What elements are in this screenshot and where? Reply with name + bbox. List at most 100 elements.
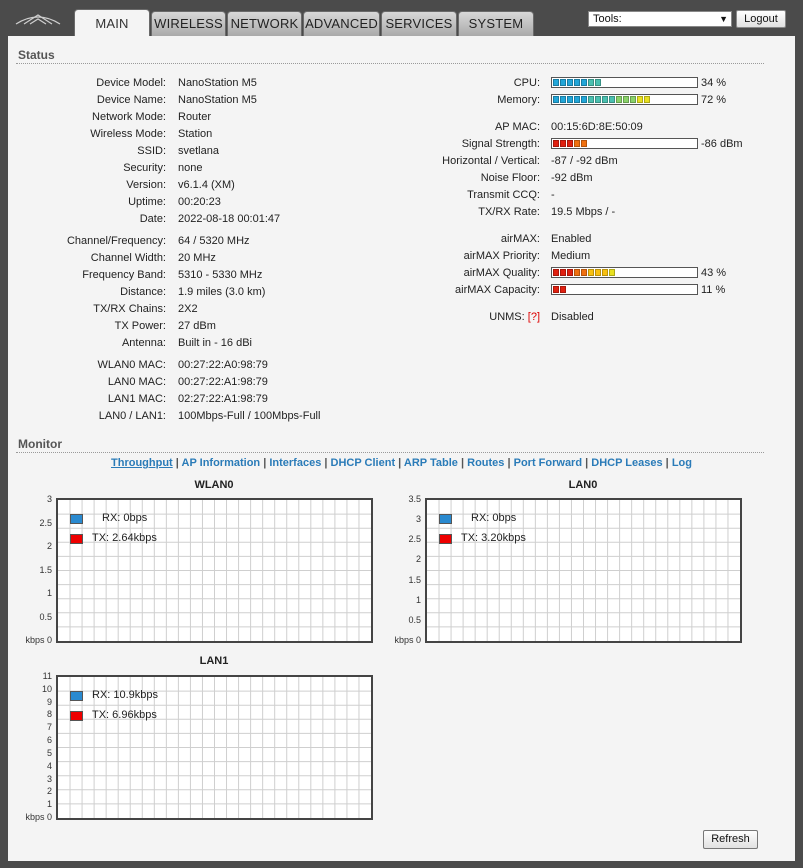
airmax-capacity-value: 11 %	[701, 284, 726, 296]
y-tick-label: 6	[46, 735, 52, 746]
monitor-link-port-forward[interactable]: Port Forward	[514, 457, 582, 469]
y-tick-label: 0.5	[39, 611, 52, 622]
tab-network[interactable]: NETWORK	[227, 11, 302, 36]
graph-lan0: RX: 0bps TX: 3.20kbps	[425, 498, 742, 643]
status-section-title: Status	[18, 48, 55, 62]
meter-segment	[609, 96, 615, 103]
meter-segment	[581, 269, 587, 276]
status-row-label: Channel/Frequency:	[66, 235, 166, 247]
tab-wireless[interactable]: WIRELESS	[151, 11, 226, 36]
cpu-meter	[551, 77, 698, 88]
monitor-link-dhcp-leases[interactable]: DHCP Leases	[591, 457, 662, 469]
y-tick-label: 5	[46, 747, 52, 758]
y-tick-label: kbps 0	[25, 812, 52, 822]
meter-segment	[553, 140, 559, 147]
cpu-label: CPU:	[513, 77, 540, 89]
ap-mac-label: AP MAC:	[494, 121, 540, 133]
meter-segment	[595, 79, 601, 86]
horizontal-vertical-label: Horizontal / Vertical:	[442, 155, 540, 167]
monitor-link-ap-information[interactable]: AP Information	[182, 457, 261, 469]
status-row-label: Network Mode:	[92, 111, 166, 123]
status-row-label: TX/RX Chains:	[93, 303, 166, 315]
meter-segment	[637, 96, 643, 103]
refresh-button[interactable]: Refresh	[703, 830, 758, 849]
graph-lan0-title: LAN0	[568, 479, 598, 491]
status-row-label: Version:	[126, 179, 166, 191]
legend-tx-swatch	[70, 711, 83, 721]
transmit-ccq-label: Transmit CCQ:	[467, 189, 540, 201]
meter-segment	[644, 96, 650, 103]
status-row-value: 2022-08-18 00:01:47	[178, 213, 281, 225]
meter-segment	[574, 269, 580, 276]
status-row-label: Distance:	[120, 286, 166, 298]
txrx-rate-label: TX/RX Rate:	[478, 206, 540, 218]
tab-advanced[interactable]: ADVANCED	[303, 11, 380, 36]
ap-mac-value: 00:15:6D:8E:50:09	[551, 121, 643, 133]
legend-tx-label: TX: 6.96kbps	[92, 709, 157, 721]
y-tick-label: 10	[41, 683, 52, 694]
meter-segment	[567, 140, 573, 147]
tab-main[interactable]: MAIN	[74, 9, 150, 36]
tools-select-label: Tools:	[593, 13, 622, 25]
legend-rx-label: RX: 0bps	[471, 512, 517, 524]
status-row-label: TX Power:	[114, 320, 166, 332]
main-panel: Status Device Model: NanoStation M5 Device…	[8, 36, 795, 861]
y-tick-label: 4	[46, 760, 52, 771]
monitor-link-dhcp-client[interactable]: DHCP Client	[331, 457, 396, 469]
monitor-link-routes[interactable]: Routes	[467, 457, 504, 469]
unms-label: UNMS: [?]	[338, 310, 540, 324]
monitor-link-throughput[interactable]: Throughput	[111, 457, 173, 469]
graph-wlan0-title: WLAN0	[194, 479, 234, 491]
meter-segment	[553, 269, 559, 276]
tab-system[interactable]: SYSTEM	[458, 11, 534, 36]
y-tick-label: 2	[46, 786, 52, 797]
airmax-value: Enabled	[551, 233, 592, 245]
signal-strength-meter	[551, 138, 698, 149]
tab-services[interactable]: SERVICES	[381, 11, 457, 36]
monitor-link-interfaces[interactable]: Interfaces	[269, 457, 321, 469]
graph-lan1: RX: 10.9kbps TX: 6.96kbps	[56, 675, 373, 820]
y-tick-label: 3.5	[408, 494, 421, 504]
airmax-quality-label: airMAX Quality:	[463, 267, 540, 279]
airmax-quality-value: 43 %	[701, 267, 727, 279]
status-row-value: 00:27:22:A0:98:79	[178, 359, 268, 371]
status-row-value: NanoStation M5	[178, 94, 257, 106]
y-tick-label: 1	[46, 588, 52, 598]
cpu-value: 34 %	[701, 77, 727, 89]
meter-segment	[560, 96, 566, 103]
unms-value: Disabled	[551, 311, 594, 323]
tools-select[interactable]: Tools: ▼	[588, 11, 732, 27]
airmax-priority-label: airMAX Priority:	[463, 250, 540, 262]
y-tick-label: kbps 0	[394, 635, 421, 645]
y-tick-label: 1.5	[39, 564, 52, 575]
monitor-link-log[interactable]: Log	[672, 457, 692, 469]
noise-floor-value: -92 dBm	[551, 172, 593, 184]
unms-help-link[interactable]: [?]	[528, 311, 540, 323]
status-row-label: Channel Width:	[90, 252, 166, 264]
status-row-label: Frequency Band:	[82, 269, 166, 281]
airmax-label: airMAX:	[500, 233, 540, 245]
monitor-section-title: Monitor	[18, 437, 62, 451]
status-row-value: 00:27:22:A1:98:79	[178, 376, 268, 388]
status-row-label: WLAN0 MAC:	[97, 359, 166, 371]
meter-segment	[595, 269, 601, 276]
monitor-link-arp-table[interactable]: ARP Table	[404, 457, 458, 469]
meter-segment	[567, 96, 573, 103]
status-row-value: Station	[178, 128, 213, 140]
status-row-label: Device Name:	[96, 94, 166, 106]
meter-segment	[616, 96, 622, 103]
signal-strength-label: Signal Strength:	[461, 138, 540, 150]
status-row-label: Antenna:	[121, 337, 166, 349]
graph-wlan0: RX: 0bps TX: 2.64kbps	[56, 498, 373, 643]
chevron-down-icon: ▼	[719, 14, 728, 24]
meter-segment	[581, 79, 587, 86]
legend-tx-label: TX: 2.64kbps	[92, 532, 157, 544]
ubiquiti-logo-icon[interactable]	[10, 12, 66, 32]
meter-segment	[560, 269, 566, 276]
horizontal-vertical-value: -87 / -92 dBm	[551, 155, 618, 167]
memory-value: 72 %	[701, 94, 727, 106]
meter-segment	[567, 79, 573, 86]
status-row-value: 27 dBm	[178, 320, 216, 332]
logout-button[interactable]: Logout	[736, 10, 786, 28]
legend-tx-swatch	[439, 534, 452, 544]
